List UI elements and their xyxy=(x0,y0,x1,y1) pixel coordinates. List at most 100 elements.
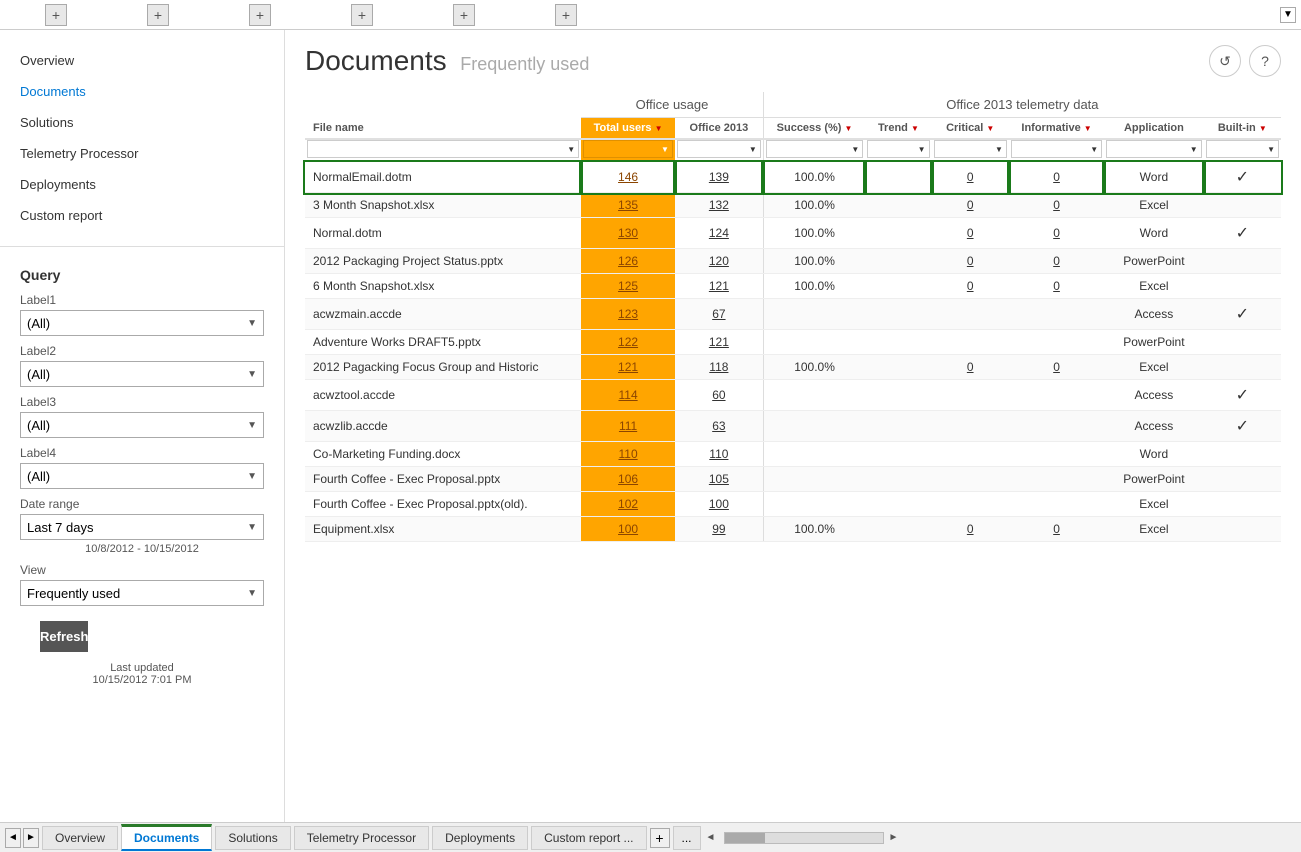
cell-total-users[interactable]: 100 xyxy=(581,517,675,542)
top-tab-add-6[interactable]: + xyxy=(555,4,577,26)
filter-critical[interactable]: ▼ xyxy=(934,140,1007,158)
cell-filename[interactable]: 2012 Packaging Project Status.pptx xyxy=(305,249,581,274)
cell-office2013[interactable]: 124 xyxy=(675,218,763,249)
tab-scroll-left[interactable]: ◄ xyxy=(5,828,21,848)
bottom-tab-overview[interactable]: Overview xyxy=(42,826,118,850)
cell-critical[interactable]: 0 xyxy=(932,355,1009,380)
sidebar-item-solutions[interactable]: Solutions xyxy=(0,107,284,138)
cell-filename[interactable]: acwzmain.accde xyxy=(305,299,581,330)
cell-total-users[interactable]: 135 xyxy=(581,193,675,218)
refresh-button[interactable]: Refresh xyxy=(40,621,88,652)
cell-office2013[interactable]: 139 xyxy=(675,162,763,193)
sidebar-item-deployments[interactable]: Deployments xyxy=(0,169,284,200)
sidebar-item-custom-report[interactable]: Custom report xyxy=(0,200,284,231)
top-scroll-right[interactable]: ▼ xyxy=(1280,7,1296,23)
top-tab-add-2[interactable]: + xyxy=(147,4,169,26)
cell-total-users[interactable]: 111 xyxy=(581,411,675,442)
top-tab-add-1[interactable]: + xyxy=(45,4,67,26)
cell-filename[interactable]: 3 Month Snapshot.xlsx xyxy=(305,193,581,218)
cell-critical[interactable]: 0 xyxy=(932,193,1009,218)
cell-informative[interactable]: 0 xyxy=(1009,249,1104,274)
view-select[interactable]: Frequently used ▼ xyxy=(20,580,264,606)
top-tab-add-3[interactable]: + xyxy=(249,4,271,26)
cell-total-users[interactable]: 123 xyxy=(581,299,675,330)
cell-office2013[interactable]: 118 xyxy=(675,355,763,380)
cell-total-users[interactable]: 130 xyxy=(581,218,675,249)
top-tab-add-4[interactable]: + xyxy=(351,4,373,26)
cell-office2013[interactable]: 110 xyxy=(675,442,763,467)
cell-filename[interactable]: Normal.dotm xyxy=(305,218,581,249)
cell-office2013[interactable]: 120 xyxy=(675,249,763,274)
cell-informative[interactable]: 0 xyxy=(1009,517,1104,542)
cell-total-users[interactable]: 125 xyxy=(581,274,675,299)
cell-office2013[interactable]: 99 xyxy=(675,517,763,542)
cell-filename[interactable]: NormalEmail.dotm xyxy=(305,162,581,193)
cell-filename[interactable]: Adventure Works DRAFT5.pptx xyxy=(305,330,581,355)
cell-critical[interactable]: 0 xyxy=(932,218,1009,249)
bottom-tab-deployments[interactable]: Deployments xyxy=(432,826,528,850)
filter-total-users[interactable]: ▼ xyxy=(583,140,673,158)
refresh-icon-button[interactable]: ↺ xyxy=(1209,45,1241,77)
cell-informative[interactable]: 0 xyxy=(1009,355,1104,380)
bottom-tab-solutions[interactable]: Solutions xyxy=(215,826,290,850)
cell-office2013[interactable]: 100 xyxy=(675,492,763,517)
cell-filename[interactable]: 6 Month Snapshot.xlsx xyxy=(305,274,581,299)
sidebar-item-telemetry[interactable]: Telemetry Processor xyxy=(0,138,284,169)
cell-filename[interactable]: acwzlib.accde xyxy=(305,411,581,442)
scrollbar-track[interactable] xyxy=(724,832,884,844)
cell-trend xyxy=(865,249,931,274)
tab-scroll-right[interactable]: ► xyxy=(23,828,39,848)
cell-filename[interactable]: Fourth Coffee - Exec Proposal.pptx xyxy=(305,467,581,492)
help-icon-button[interactable]: ? xyxy=(1249,45,1281,77)
cell-total-users[interactable]: 114 xyxy=(581,380,675,411)
bottom-tab-add[interactable]: + xyxy=(650,828,670,848)
cell-total-users[interactable]: 106 xyxy=(581,467,675,492)
label2-select[interactable]: (All) ▼ xyxy=(20,361,264,387)
cell-total-users[interactable]: 110 xyxy=(581,442,675,467)
cell-filename[interactable]: Co-Marketing Funding.docx xyxy=(305,442,581,467)
scrollbar-thumb[interactable] xyxy=(725,833,765,843)
cell-office2013[interactable]: 132 xyxy=(675,193,763,218)
cell-informative[interactable]: 0 xyxy=(1009,193,1104,218)
cell-total-users[interactable]: 146 xyxy=(581,162,675,193)
cell-office2013[interactable]: 121 xyxy=(675,274,763,299)
label1-select[interactable]: (All) ▼ xyxy=(20,310,264,336)
cell-informative[interactable]: 0 xyxy=(1009,162,1104,193)
bottom-tab-custom-report[interactable]: Custom report ... xyxy=(531,826,646,850)
cell-filename[interactable]: Equipment.xlsx xyxy=(305,517,581,542)
cell-total-users[interactable]: 121 xyxy=(581,355,675,380)
cell-filename[interactable]: 2012 Pagacking Focus Group and Historic xyxy=(305,355,581,380)
cell-office2013[interactable]: 60 xyxy=(675,380,763,411)
filter-success[interactable]: ▼ xyxy=(766,140,863,158)
filter-office2013[interactable]: ▼ xyxy=(677,140,761,158)
label4-select[interactable]: (All) ▼ xyxy=(20,463,264,489)
cell-total-users[interactable]: 122 xyxy=(581,330,675,355)
bottom-tab-documents[interactable]: Documents xyxy=(121,824,212,851)
date-range-select[interactable]: Last 7 days ▼ xyxy=(20,514,264,540)
cell-office2013[interactable]: 121 xyxy=(675,330,763,355)
top-tab-add-5[interactable]: + xyxy=(453,4,475,26)
cell-total-users[interactable]: 102 xyxy=(581,492,675,517)
cell-informative[interactable]: 0 xyxy=(1009,274,1104,299)
cell-total-users[interactable]: 126 xyxy=(581,249,675,274)
filter-informative[interactable]: ▼ xyxy=(1011,140,1102,158)
cell-filename[interactable]: acwztool.accde xyxy=(305,380,581,411)
cell-critical[interactable]: 0 xyxy=(932,249,1009,274)
sidebar-item-documents[interactable]: Documents xyxy=(0,76,284,107)
bottom-tab-more[interactable]: ... xyxy=(673,826,701,850)
cell-critical[interactable]: 0 xyxy=(932,274,1009,299)
label3-select[interactable]: (All) ▼ xyxy=(20,412,264,438)
cell-informative[interactable]: 0 xyxy=(1009,218,1104,249)
cell-filename[interactable]: Fourth Coffee - Exec Proposal.pptx(old). xyxy=(305,492,581,517)
filter-builtin[interactable]: ▼ xyxy=(1206,140,1279,158)
cell-critical[interactable]: 0 xyxy=(932,517,1009,542)
cell-office2013[interactable]: 105 xyxy=(675,467,763,492)
filter-application[interactable]: ▼ xyxy=(1106,140,1201,158)
cell-office2013[interactable]: 67 xyxy=(675,299,763,330)
bottom-tab-telemetry[interactable]: Telemetry Processor xyxy=(294,826,429,850)
cell-critical[interactable]: 0 xyxy=(932,162,1009,193)
filter-filename[interactable]: ▼ xyxy=(307,140,579,158)
cell-office2013[interactable]: 63 xyxy=(675,411,763,442)
filter-trend[interactable]: ▼ xyxy=(867,140,929,158)
sidebar-item-overview[interactable]: Overview xyxy=(0,45,284,76)
